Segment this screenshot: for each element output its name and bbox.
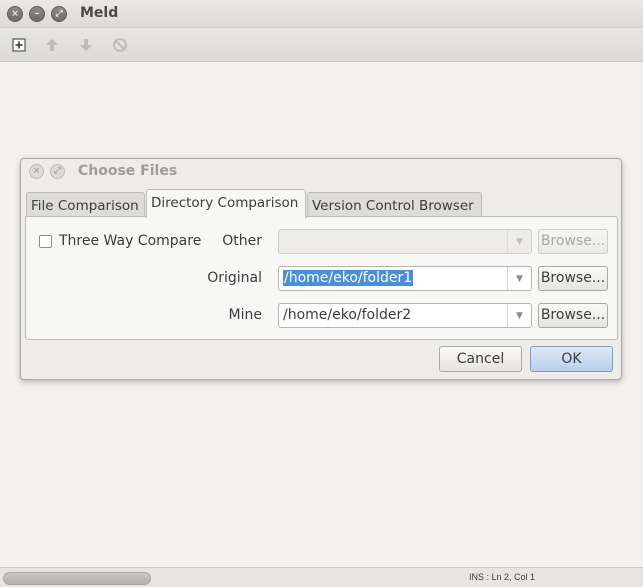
three-way-compare[interactable]: Three Way Compare	[39, 233, 201, 249]
other-browse-button[interactable]: Browse...	[538, 229, 608, 254]
ok-button[interactable]: OK	[530, 346, 613, 372]
window-title: Meld	[80, 5, 119, 21]
chevron-down-icon: ▼	[507, 230, 531, 253]
chevron-down-icon[interactable]: ▼	[507, 267, 531, 290]
window-titlebar: × – ⤢ Meld	[0, 0, 643, 28]
three-way-checkbox[interactable]	[39, 234, 52, 248]
maximize-window-button[interactable]: ⤢	[51, 6, 67, 22]
three-way-label: Three Way Compare	[59, 233, 202, 249]
original-browse-button[interactable]: Browse...	[538, 266, 608, 291]
tab-panel: Three Way Compare Other ▼ Browse... Orig…	[25, 216, 618, 340]
arrow-up-icon[interactable]	[43, 36, 61, 54]
horizontal-scrollbar[interactable]	[3, 572, 151, 585]
original-combo[interactable]: /home/eko/folder1 ▼	[278, 266, 532, 291]
mine-label: Mine	[228, 307, 262, 323]
toolbar	[0, 28, 643, 62]
chevron-down-icon[interactable]: ▼	[507, 304, 531, 327]
dialog-maximize-button[interactable]: ⤢	[50, 164, 65, 179]
new-comparison-icon[interactable]	[10, 36, 28, 54]
tab-version-control-browser[interactable]: Version Control Browser	[307, 192, 482, 217]
dialog-title: Choose Files	[78, 163, 178, 179]
tab-file-comparison[interactable]: File Comparison	[26, 192, 145, 217]
choose-files-dialog: × ⤢ Choose Files File Comparison Directo…	[20, 158, 622, 380]
statusbar: INS : Ln 2, Col 1	[0, 567, 643, 587]
dialog-titlebar: × ⤢ Choose Files	[21, 159, 621, 185]
mine-value[interactable]: /home/eko/folder2	[283, 307, 411, 323]
other-combo[interactable]: ▼	[278, 229, 532, 254]
mine-browse-button[interactable]: Browse...	[538, 303, 608, 328]
stop-icon[interactable]	[111, 36, 129, 54]
other-label: Other	[222, 233, 262, 249]
mine-combo[interactable]: /home/eko/folder2 ▼	[278, 303, 532, 328]
status-position: INS : Ln 2, Col 1	[469, 572, 536, 582]
minimize-window-button[interactable]: –	[29, 6, 45, 22]
close-window-button[interactable]: ×	[7, 6, 23, 22]
arrow-down-icon[interactable]	[77, 36, 95, 54]
tab-directory-comparison[interactable]: Directory Comparison	[146, 189, 306, 218]
cancel-button[interactable]: Cancel	[439, 346, 522, 372]
dialog-close-button[interactable]: ×	[29, 164, 44, 179]
original-value[interactable]: /home/eko/folder1	[283, 270, 414, 286]
original-label: Original	[207, 270, 262, 286]
